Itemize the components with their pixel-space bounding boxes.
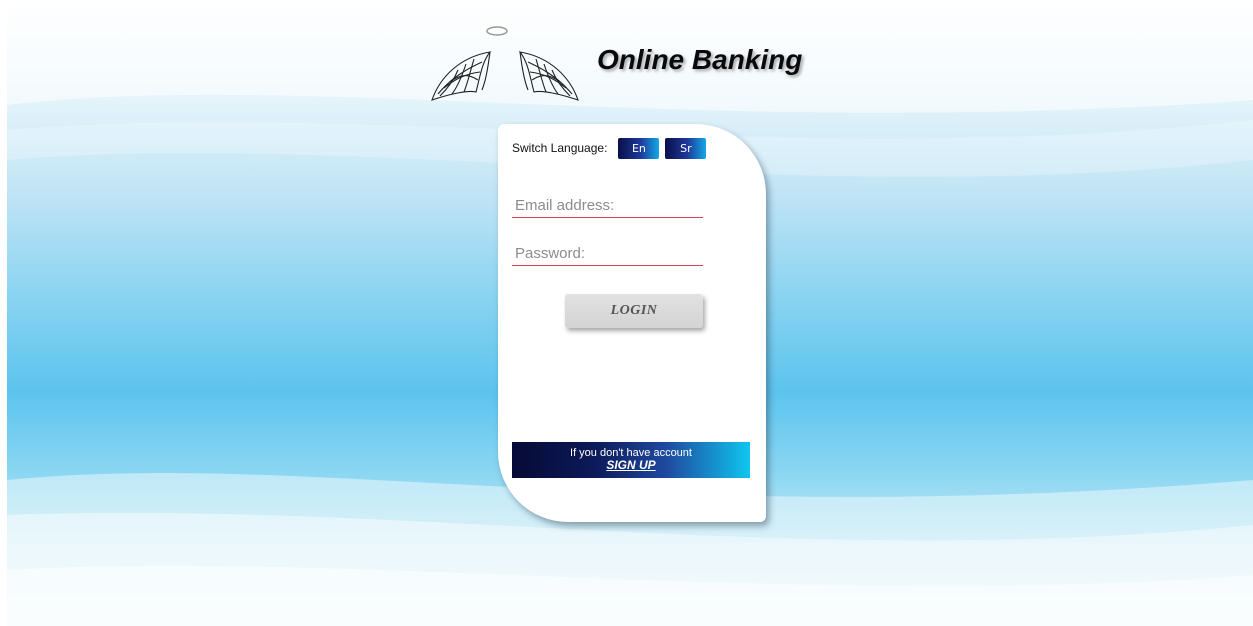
language-sr-button[interactable]: Sr (665, 137, 707, 159)
login-card: Switch Language: En Sr LOGIN If you don'… (498, 124, 766, 522)
page-title: Online Banking (597, 44, 803, 75)
signup-banner: If you don't have account SIGN UP (512, 442, 750, 478)
email-field[interactable] (512, 194, 703, 218)
password-field[interactable] (512, 242, 703, 266)
page-background: Online Banking Switch Language: En Sr LO… (7, 10, 1253, 626)
language-switcher: Switch Language: En Sr (512, 137, 712, 159)
language-en-button[interactable]: En (618, 137, 660, 159)
angel-wings-halo-icon (431, 26, 579, 101)
login-button[interactable]: LOGIN (565, 294, 703, 328)
switch-language-label: Switch Language: (512, 141, 608, 155)
signup-link[interactable]: SIGN UP (606, 459, 655, 471)
